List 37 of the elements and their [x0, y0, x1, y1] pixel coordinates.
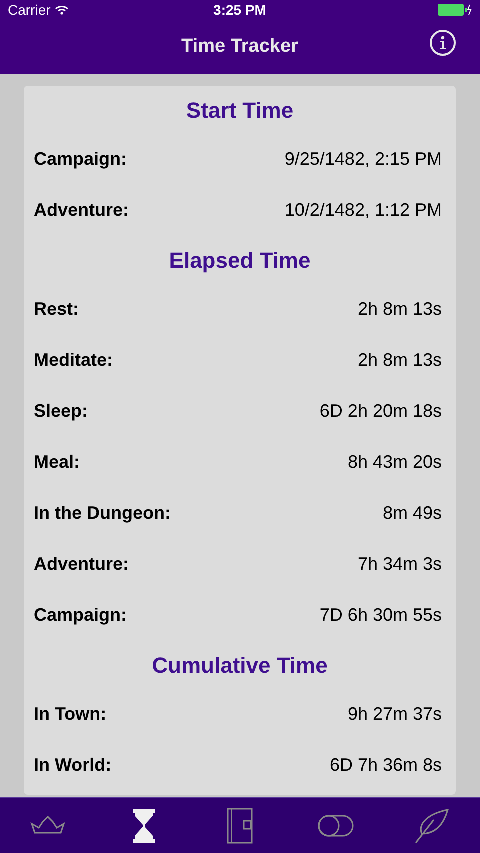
row-value: 8h 43m 20s: [348, 451, 443, 474]
row-label: Campaign:: [34, 148, 128, 171]
row-value: 7h 34m 3s: [358, 553, 443, 576]
row-label: Campaign:: [34, 604, 128, 627]
row-value: 2h 8m 13s: [358, 349, 443, 372]
battery-icon: [438, 4, 472, 16]
info-icon: [439, 36, 447, 50]
row-label: Adventure:: [34, 199, 130, 222]
row-value: 10/2/1482, 1:12 PM: [284, 199, 443, 222]
row-label: In World:: [34, 754, 112, 777]
row-value: 6D 2h 20m 18s: [320, 400, 443, 423]
row-value: 6D 7h 36m 8s: [330, 754, 443, 777]
toggle-icon: [318, 814, 354, 836]
wifi-icon: [54, 5, 69, 15]
crown-icon: [30, 816, 66, 836]
info-button[interactable]: [430, 30, 456, 56]
row-value: 9h 27m 37s: [348, 703, 443, 726]
clock: 3:25 PM: [214, 0, 266, 20]
row-label: Rest:: [34, 298, 80, 321]
carrier-label: Carrier: [8, 0, 51, 20]
row-label: Adventure:: [34, 553, 130, 576]
hourglass-icon: [132, 808, 156, 844]
feather-icon: [414, 808, 450, 844]
row-value: 9/25/1482, 2:15 PM: [284, 148, 443, 171]
nav-title: Time Tracker: [182, 34, 298, 59]
row-label: Sleep:: [34, 400, 88, 423]
row-value: 8m 49s: [382, 502, 443, 525]
book-icon: [227, 808, 253, 844]
section-title: Cumulative Time: [152, 652, 328, 680]
row-label: In Town:: [34, 703, 107, 726]
row-value: 2h 8m 13s: [358, 298, 443, 321]
section-title: Elapsed Time: [169, 246, 311, 275]
row-label: In the Dungeon:: [34, 502, 171, 525]
row-label: Meal:: [34, 451, 80, 474]
section-title: Start Time: [186, 96, 294, 124]
row-label: Meditate:: [34, 349, 114, 372]
row-value: 7D 6h 30m 55s: [320, 604, 443, 627]
